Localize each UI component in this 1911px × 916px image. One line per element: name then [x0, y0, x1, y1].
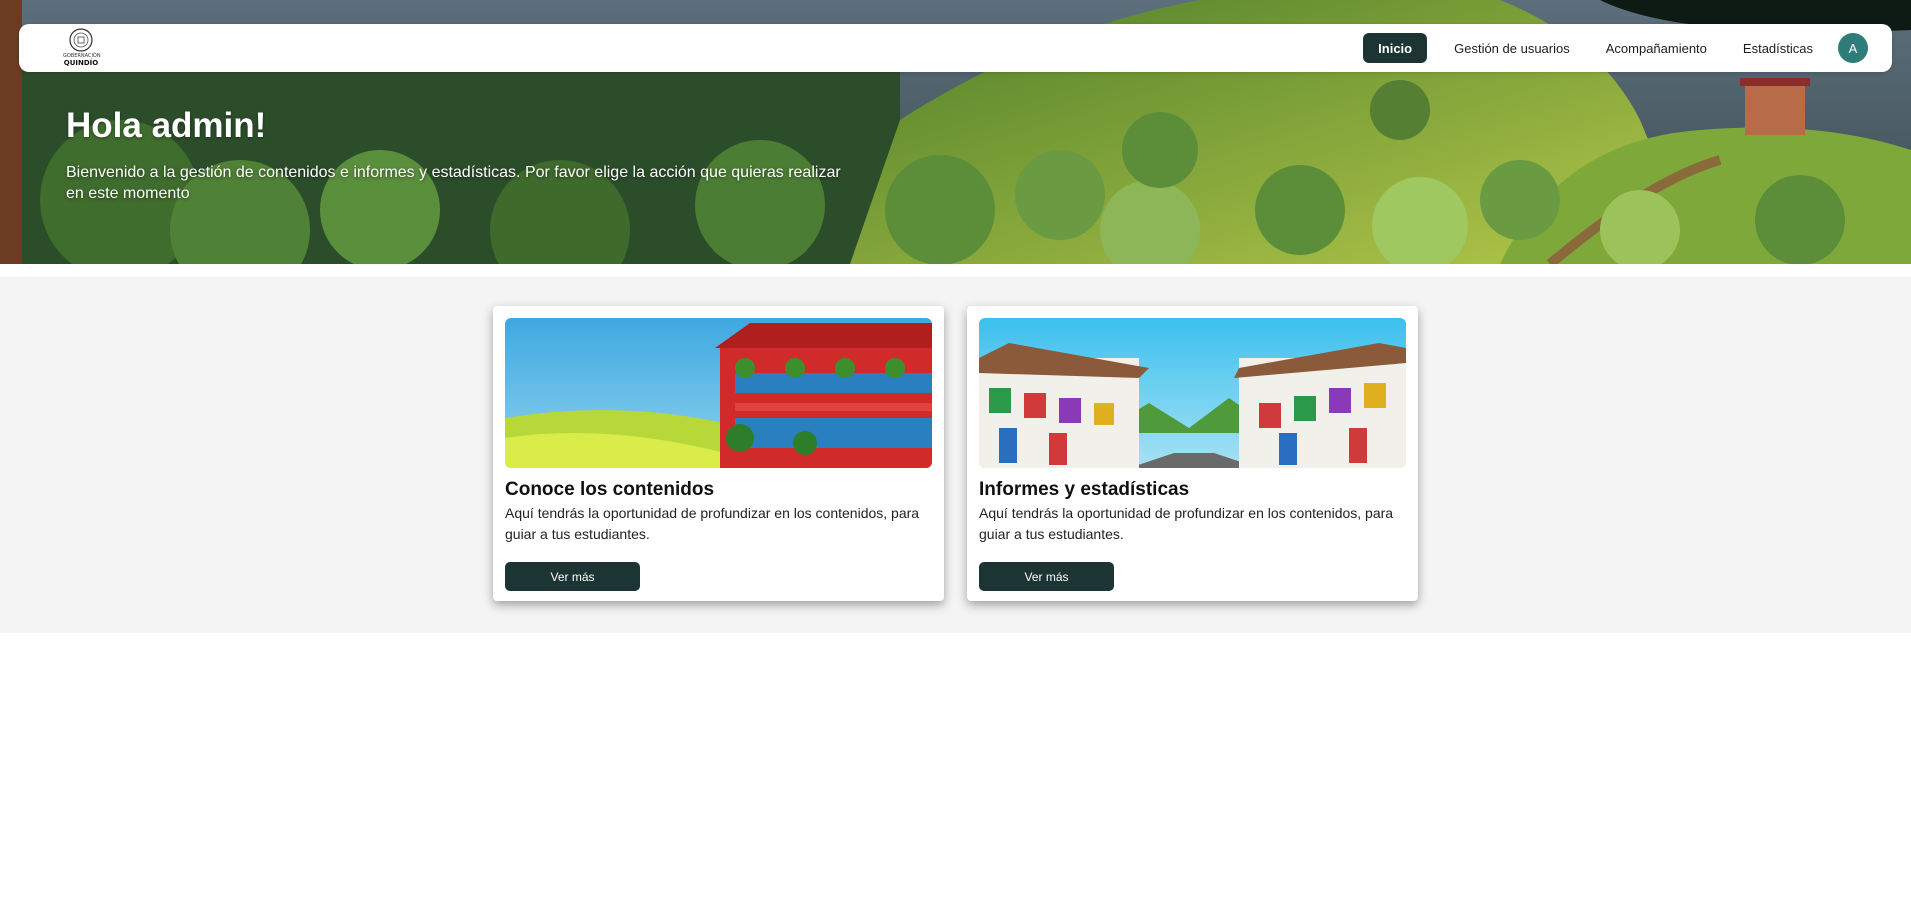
top-navbar: GOBERNACIÓN QUINDÍO Inicio Gestión de us…	[19, 24, 1892, 72]
card-description: Aquí tendrás la oportunidad de profundiz…	[979, 505, 1394, 542]
card-title: Informes y estadísticas	[979, 479, 1190, 500]
hero-title: Hola admin!	[66, 106, 267, 145]
card-informes: Informes y estadísticas Aquí tendrás la …	[967, 306, 1418, 601]
card-contenidos: Conoce los contenidos Aquí tendrás la op…	[493, 306, 944, 601]
seal-icon	[69, 28, 93, 52]
colonial-street-image	[979, 318, 1406, 468]
hero-subtitle: Bienvenido a la gestión de contenidos e …	[66, 164, 841, 202]
nav-item-inicio[interactable]: Inicio	[1363, 33, 1428, 63]
user-avatar[interactable]: A	[1838, 33, 1868, 63]
nav-item-gestion-usuarios[interactable]: Gestión de usuarios	[1439, 33, 1585, 63]
nav-item-acompanamiento[interactable]: Acompañamiento	[1591, 33, 1722, 63]
gobernacion-quindio-logo[interactable]: GOBERNACIÓN QUINDÍO	[63, 27, 101, 69]
card-image-colorful-house	[505, 318, 932, 468]
main-content: Conoce los contenidos Aquí tendrás la op…	[0, 277, 1911, 633]
nav-menu: Inicio Gestión de usuarios Acompañamient…	[1357, 33, 1868, 63]
ver-mas-button[interactable]: Ver más	[979, 562, 1114, 591]
card-description: Aquí tendrás la oportunidad de profundiz…	[505, 505, 920, 542]
nav-item-estadisticas[interactable]: Estadísticas	[1728, 33, 1828, 63]
ver-mas-button[interactable]: Ver más	[505, 562, 640, 591]
card-image-colonial-street	[979, 318, 1406, 468]
colorful-house-image	[505, 318, 932, 468]
card-title: Conoce los contenidos	[505, 479, 715, 500]
logo-text-line2: QUINDÍO	[63, 59, 99, 67]
